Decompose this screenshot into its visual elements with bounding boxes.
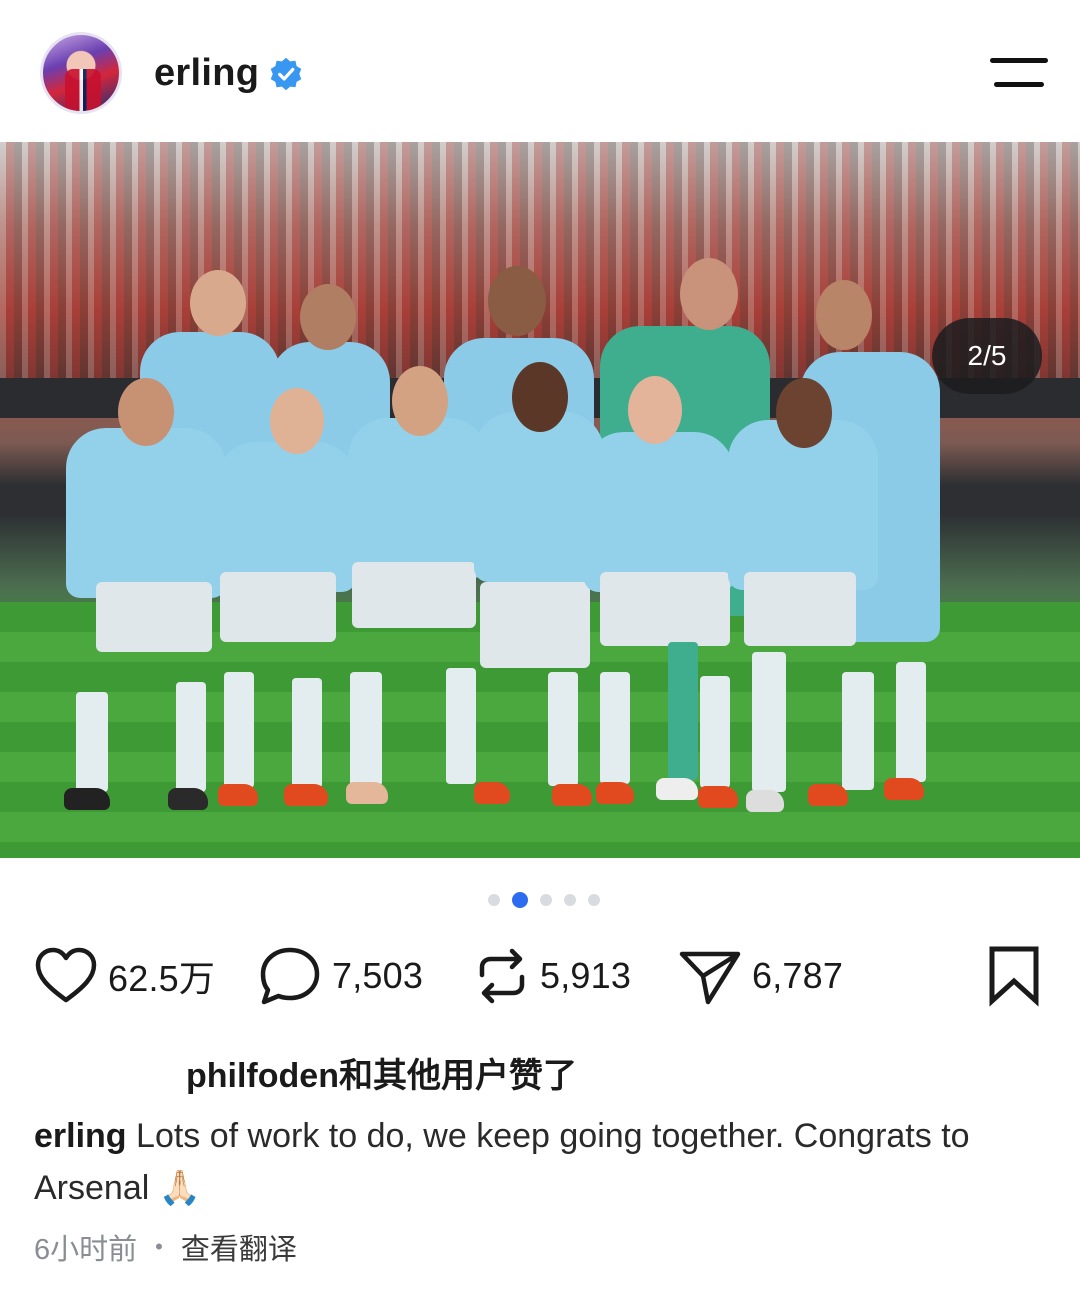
- share-icon: [679, 951, 741, 1005]
- carousel-dot[interactable]: [588, 894, 600, 906]
- repost-icon: [479, 948, 525, 1004]
- comment-count: 7,503: [332, 955, 424, 996]
- caption: erling Lots of work to do, we keep going…: [34, 1110, 1044, 1214]
- meta-separator: •: [155, 1234, 163, 1259]
- player-sock: [600, 672, 630, 784]
- player-head: [190, 270, 246, 336]
- player-boot: [552, 784, 592, 806]
- player-boot: [698, 786, 738, 808]
- share-button[interactable]: 6,787: [678, 940, 843, 1012]
- timestamp: 6小时前: [34, 1234, 138, 1266]
- player-head: [392, 366, 448, 436]
- player-sock: [548, 672, 578, 786]
- player-boot: [64, 788, 110, 810]
- like-count: 62.5万: [108, 958, 216, 999]
- player-boot: [746, 790, 784, 812]
- repost-button[interactable]: 5,913: [474, 940, 631, 1012]
- player-shorts: [96, 582, 212, 652]
- carousel-dot-active[interactable]: [512, 892, 528, 908]
- menu-icon[interactable]: [990, 58, 1048, 88]
- player-sock: [700, 676, 730, 788]
- player-sock: [176, 682, 206, 792]
- player-sock: [446, 668, 476, 784]
- save-button[interactable]: [986, 940, 1042, 1012]
- avatar[interactable]: [40, 32, 122, 114]
- heart-icon: [35, 947, 97, 1003]
- player-sock: [350, 672, 382, 786]
- player-shorts: [480, 582, 590, 668]
- caption-text: Lots of work to do, we keep going togeth…: [34, 1117, 970, 1207]
- verified-badge-icon: [270, 57, 302, 91]
- carousel-dot[interactable]: [540, 894, 552, 906]
- translate-link[interactable]: 查看翻译: [181, 1226, 297, 1268]
- player-head: [816, 280, 872, 350]
- player-sock: [224, 672, 254, 788]
- player: [584, 432, 734, 592]
- comment-icon: [260, 947, 320, 1005]
- post-meta: 6小时前 • 查看翻译: [34, 1226, 297, 1268]
- player-head: [680, 258, 738, 330]
- player: [216, 442, 356, 592]
- image-counter: 2/5: [932, 318, 1042, 394]
- player-shorts: [744, 572, 856, 646]
- player-sock: [76, 692, 108, 792]
- player-sock: [896, 662, 926, 782]
- carousel-dot[interactable]: [564, 894, 576, 906]
- player-boot: [808, 784, 848, 806]
- player-shorts: [600, 572, 730, 646]
- carousel-indicator: [488, 892, 600, 908]
- player-head: [512, 362, 568, 432]
- player-sock: [752, 652, 786, 792]
- player-head: [270, 388, 324, 454]
- carousel-dot[interactable]: [488, 894, 500, 906]
- player-boot: [656, 778, 698, 800]
- player-head: [118, 378, 174, 446]
- share-count: 6,787: [752, 955, 844, 996]
- player-boot: [884, 778, 924, 800]
- caption-username[interactable]: erling: [34, 1117, 127, 1155]
- player-boot: [218, 784, 258, 806]
- player-head: [628, 376, 682, 444]
- player-sock: [842, 672, 874, 790]
- action-bar: 62.5万 7,503 5,913 6,787: [0, 940, 1080, 1012]
- player-head: [300, 284, 356, 350]
- post-image[interactable]: 2/5: [0, 142, 1080, 858]
- player-boot: [284, 784, 328, 806]
- player-head: [488, 266, 546, 336]
- like-button[interactable]: 62.5万: [34, 940, 215, 1012]
- repost-count: 5,913: [540, 955, 632, 996]
- player-boot: [168, 788, 208, 810]
- player-shorts: [220, 572, 336, 642]
- player-sock: [292, 678, 322, 788]
- post-header: erling: [0, 0, 1080, 142]
- player-boot: [474, 782, 510, 804]
- player-head: [776, 378, 832, 448]
- comment-button[interactable]: 7,503: [258, 940, 423, 1012]
- player-boot: [596, 782, 634, 804]
- bookmark-icon: [989, 946, 1039, 1007]
- player-shorts: [352, 562, 476, 628]
- liked-by-text[interactable]: philfoden和其他用户赞了: [186, 1048, 577, 1097]
- player-sock: [668, 642, 698, 780]
- player-boot: [346, 782, 388, 804]
- player: [66, 428, 226, 598]
- username[interactable]: erling: [154, 52, 259, 95]
- player: [348, 418, 488, 578]
